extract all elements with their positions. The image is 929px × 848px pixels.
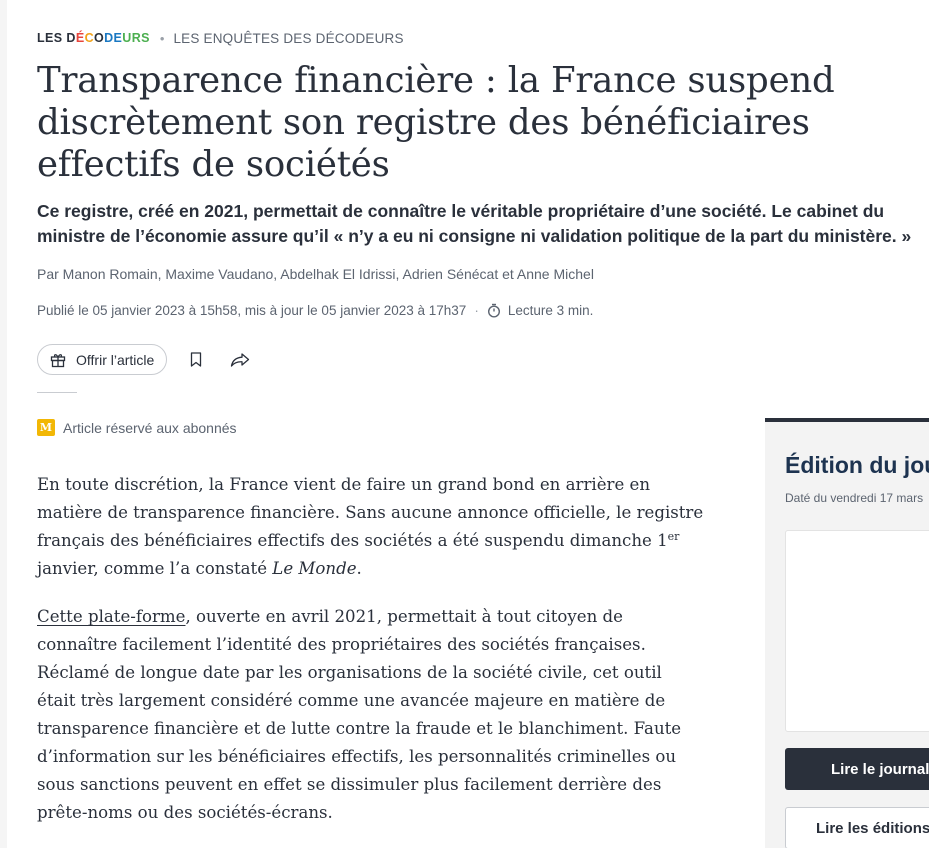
timer-icon (487, 303, 501, 318)
paragraph-1: En toute discrétion, la France vient de … (37, 475, 704, 578)
gift-article-button[interactable]: Offrir l’article (37, 344, 168, 375)
todays-edition-panel: Édition du jour Daté du vendredi 17 mars… (765, 418, 929, 848)
article-actions: Offrir l’article (37, 344, 255, 375)
gift-icon (50, 352, 66, 368)
edition-date: Daté du vendredi 17 mars (785, 491, 924, 505)
les-decodeurs-logo[interactable]: LES DÉCODEURS (37, 31, 150, 45)
kicker: LES DÉCODEURS • LES ENQUÊTES DES DÉCODEU… (37, 30, 404, 46)
premium-label: Article réservé aux abonnés (63, 419, 237, 436)
dates-separator: · (474, 303, 479, 318)
edition-cover-placeholder[interactable] (785, 530, 929, 732)
gift-article-label: Offrir l’article (76, 351, 155, 368)
le-monde-m-icon: M (37, 419, 55, 436)
kicker-separator: • (159, 30, 165, 46)
article-body: En toute discrétion, la France vient de … (37, 471, 705, 847)
byline: Par Manon Romain, Maxime Vaudano, Abdelh… (37, 266, 594, 282)
article-lede: Ce registre, créé en 2021, permettait de… (37, 201, 912, 246)
read-editions-button[interactable]: Lire les éditions (785, 807, 929, 848)
reading-time: Lecture 3 min. (507, 303, 594, 318)
bookmark-icon (191, 352, 202, 367)
divider (37, 392, 77, 393)
bookmark-button[interactable] (181, 345, 211, 375)
share-icon (231, 352, 250, 367)
platform-link[interactable]: Cette plate-forme (37, 607, 186, 626)
section-link[interactable]: LES ENQUÊTES DES DÉCODEURS (173, 31, 403, 46)
article-page: LES DÉCODEURS • LES ENQUÊTES DES DÉCODEU… (7, 0, 929, 848)
share-button[interactable] (225, 345, 255, 375)
article-dates: Publié le 05 janvier 2023 à 15h58, mis à… (37, 303, 593, 318)
article-title: Transparence financière : la France susp… (37, 60, 835, 185)
publication-date: Publié le 05 janvier 2023 à 15h58, mis à… (37, 303, 467, 318)
edition-title: Édition du jour (785, 452, 929, 478)
paragraph-2: Cette plate-forme, ouverte en avril 2021… (37, 607, 682, 822)
premium-notice: M Article réservé aux abonnés (37, 419, 237, 436)
read-newspaper-button[interactable]: Lire le journal (785, 748, 929, 790)
